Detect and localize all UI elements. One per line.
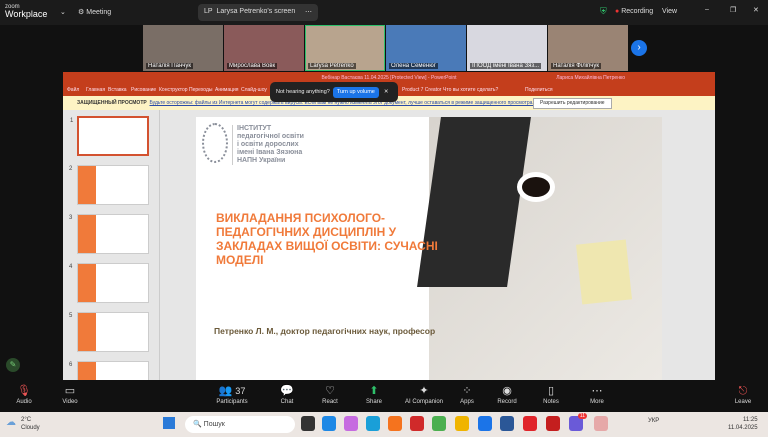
- edge-icon[interactable]: [366, 416, 380, 431]
- video-button[interactable]: ▭ Video: [45, 383, 95, 405]
- telegram-icon[interactable]: [594, 416, 608, 431]
- taskbar-search[interactable]: 🔍 Пошук: [185, 416, 295, 433]
- turn-up-volume-button[interactable]: Turn up volume: [332, 87, 379, 98]
- participant-strip: Наталія Панчук Мирослава Вовк Larysa Pet…: [143, 25, 628, 71]
- zoom-logo: zoom Workplace: [5, 4, 48, 19]
- camera-icon: ▭: [64, 385, 76, 397]
- audio-button[interactable]: 🎙 Audio: [0, 383, 49, 405]
- institute-logo: [202, 123, 228, 163]
- weather-widget[interactable]: 2°C Cloudy: [21, 416, 40, 432]
- recording-indicator[interactable]: ● Recording: [615, 8, 653, 15]
- windows-taskbar: ☁ 2°C Cloudy УКР 11:25 11.04.2025: [0, 412, 768, 437]
- tab-slideshow[interactable]: Слайд-шоу: [241, 84, 267, 96]
- desk-photo: [417, 117, 662, 380]
- close-button[interactable]: ✕: [753, 6, 759, 14]
- react-button[interactable]: ♡ React: [305, 383, 355, 405]
- tab[interactable]: Анимация: [215, 84, 238, 96]
- notes-icon: ▯: [547, 385, 555, 397]
- record-button[interactable]: ◉ Record: [482, 383, 532, 405]
- notes-button[interactable]: ▯ Notes: [526, 383, 576, 405]
- tell-me-search[interactable]: Что вы хотите сделать?: [443, 84, 498, 96]
- tab[interactable]: Главная: [86, 84, 105, 96]
- file-explorer-icon[interactable]: [455, 416, 469, 431]
- screen-share-indicator[interactable]: LP Larysa Petrenko's screen ⋯: [198, 4, 318, 21]
- heart-icon: ♡: [325, 385, 335, 397]
- tab[interactable]: Переходы: [189, 84, 212, 96]
- enable-editing-button[interactable]: Разрешить редактирование: [533, 98, 612, 109]
- tab[interactable]: Вставка: [108, 84, 127, 96]
- view-button[interactable]: View: [662, 8, 677, 15]
- participants-button[interactable]: 👥 37 Participants: [207, 383, 257, 405]
- acrobat-icon[interactable]: [546, 416, 560, 431]
- powerpoint-window: Вебінар Вастаєва 11.04.2025 [Protected V…: [63, 72, 715, 401]
- slide-canvas: ІНСТИТУТ педагогічної освіти і освіти доро…: [196, 117, 662, 380]
- slide-title: ВИКЛАДАННЯ ПСИХОЛОГО-ПЕДАГОГІЧНИХ ДИСЦИП…: [216, 211, 438, 267]
- more-icon: ⋯: [591, 385, 603, 397]
- share-icon: ⬆: [369, 385, 379, 397]
- tab[interactable]: Файл: [67, 84, 79, 96]
- participant-tile[interactable]: Наталія Панчук: [143, 25, 223, 71]
- clock[interactable]: 11:25 11.04.2025: [728, 416, 758, 432]
- weather-icon: ☁: [6, 417, 16, 428]
- slide-thumbnail[interactable]: 3: [69, 214, 149, 254]
- annotate-icon[interactable]: ✎: [6, 358, 20, 372]
- slide-thumbnail[interactable]: 5: [69, 312, 149, 352]
- viber-icon[interactable]: 11: [569, 413, 587, 431]
- firefox-icon[interactable]: [388, 416, 402, 431]
- copilot-icon[interactable]: [344, 416, 358, 431]
- more-button[interactable]: ⋯ More: [572, 383, 622, 405]
- chevron-down-icon[interactable]: ⌄: [60, 8, 66, 16]
- shield-icon[interactable]: ⛨: [600, 6, 607, 17]
- mic-muted-icon: 🎙: [17, 385, 31, 397]
- participants-icon: 👥 37: [218, 385, 246, 397]
- institute-name: ІНСТИТУТ педагогічної освіти і освіти доро…: [232, 125, 304, 165]
- chrome-icon[interactable]: [432, 416, 446, 431]
- slide-thumbnail[interactable]: 1: [70, 116, 149, 156]
- close-icon[interactable]: ✕: [384, 89, 389, 95]
- leave-button[interactable]: ⎋ Leave: [718, 383, 768, 405]
- participant-tile[interactable]: Наталія Філіпчук: [548, 25, 628, 71]
- audio-toast: Not hearing anything? Turn up volume ✕: [270, 82, 398, 102]
- next-page-button[interactable]: ›: [631, 40, 647, 56]
- maximize-button[interactable]: ❐: [730, 6, 736, 14]
- share-button[interactable]: ⬆ Share: [349, 383, 399, 405]
- share-button[interactable]: Поделиться: [525, 84, 553, 96]
- meeting-button[interactable]: ⚙ Meeting: [78, 8, 111, 16]
- opera-icon[interactable]: [523, 416, 537, 431]
- language-indicator[interactable]: УКР: [648, 418, 659, 424]
- tab[interactable]: Конструктор: [159, 84, 188, 96]
- task-view-icon[interactable]: [301, 416, 315, 431]
- slide-thumbnail[interactable]: 2: [69, 165, 149, 205]
- slide-thumbnail[interactable]: 4: [69, 263, 149, 303]
- more-icon[interactable]: ⋯: [305, 8, 312, 16]
- record-icon: ◉: [502, 385, 512, 397]
- participant-tile[interactable]: ІПООД імені Івана Зяз...: [467, 25, 547, 71]
- minimize-button[interactable]: –: [705, 6, 709, 13]
- participant-tile[interactable]: Мирослава Вовк: [224, 25, 304, 71]
- tab[interactable]: Product 7 Creator: [402, 84, 441, 96]
- zoom-icon[interactable]: [478, 416, 492, 431]
- start-button[interactable]: [163, 417, 175, 429]
- slide-thumbnails: 1 2 3 4 5 6: [63, 110, 160, 401]
- zoom-title-bar: zoom Workplace ⌄ ⚙ Meeting LP Larysa Petr…: [0, 0, 768, 25]
- leave-icon: ⎋: [738, 385, 748, 397]
- word-icon[interactable]: [500, 416, 514, 431]
- participant-tile[interactable]: Larysa Petrenko: [305, 25, 385, 71]
- slide-author: Петренко Л. М., доктор педагогічних наук…: [214, 326, 436, 336]
- meeting-toolbar: 🎙 Audio ▭ Video 👥 37 Participants 💬 Chat ♡ Re…: [0, 380, 768, 412]
- app-icon[interactable]: [410, 416, 424, 431]
- skype-icon[interactable]: [322, 416, 336, 431]
- tab[interactable]: Рисование: [131, 84, 156, 96]
- participant-tile[interactable]: Олена Семенюг: [386, 25, 466, 71]
